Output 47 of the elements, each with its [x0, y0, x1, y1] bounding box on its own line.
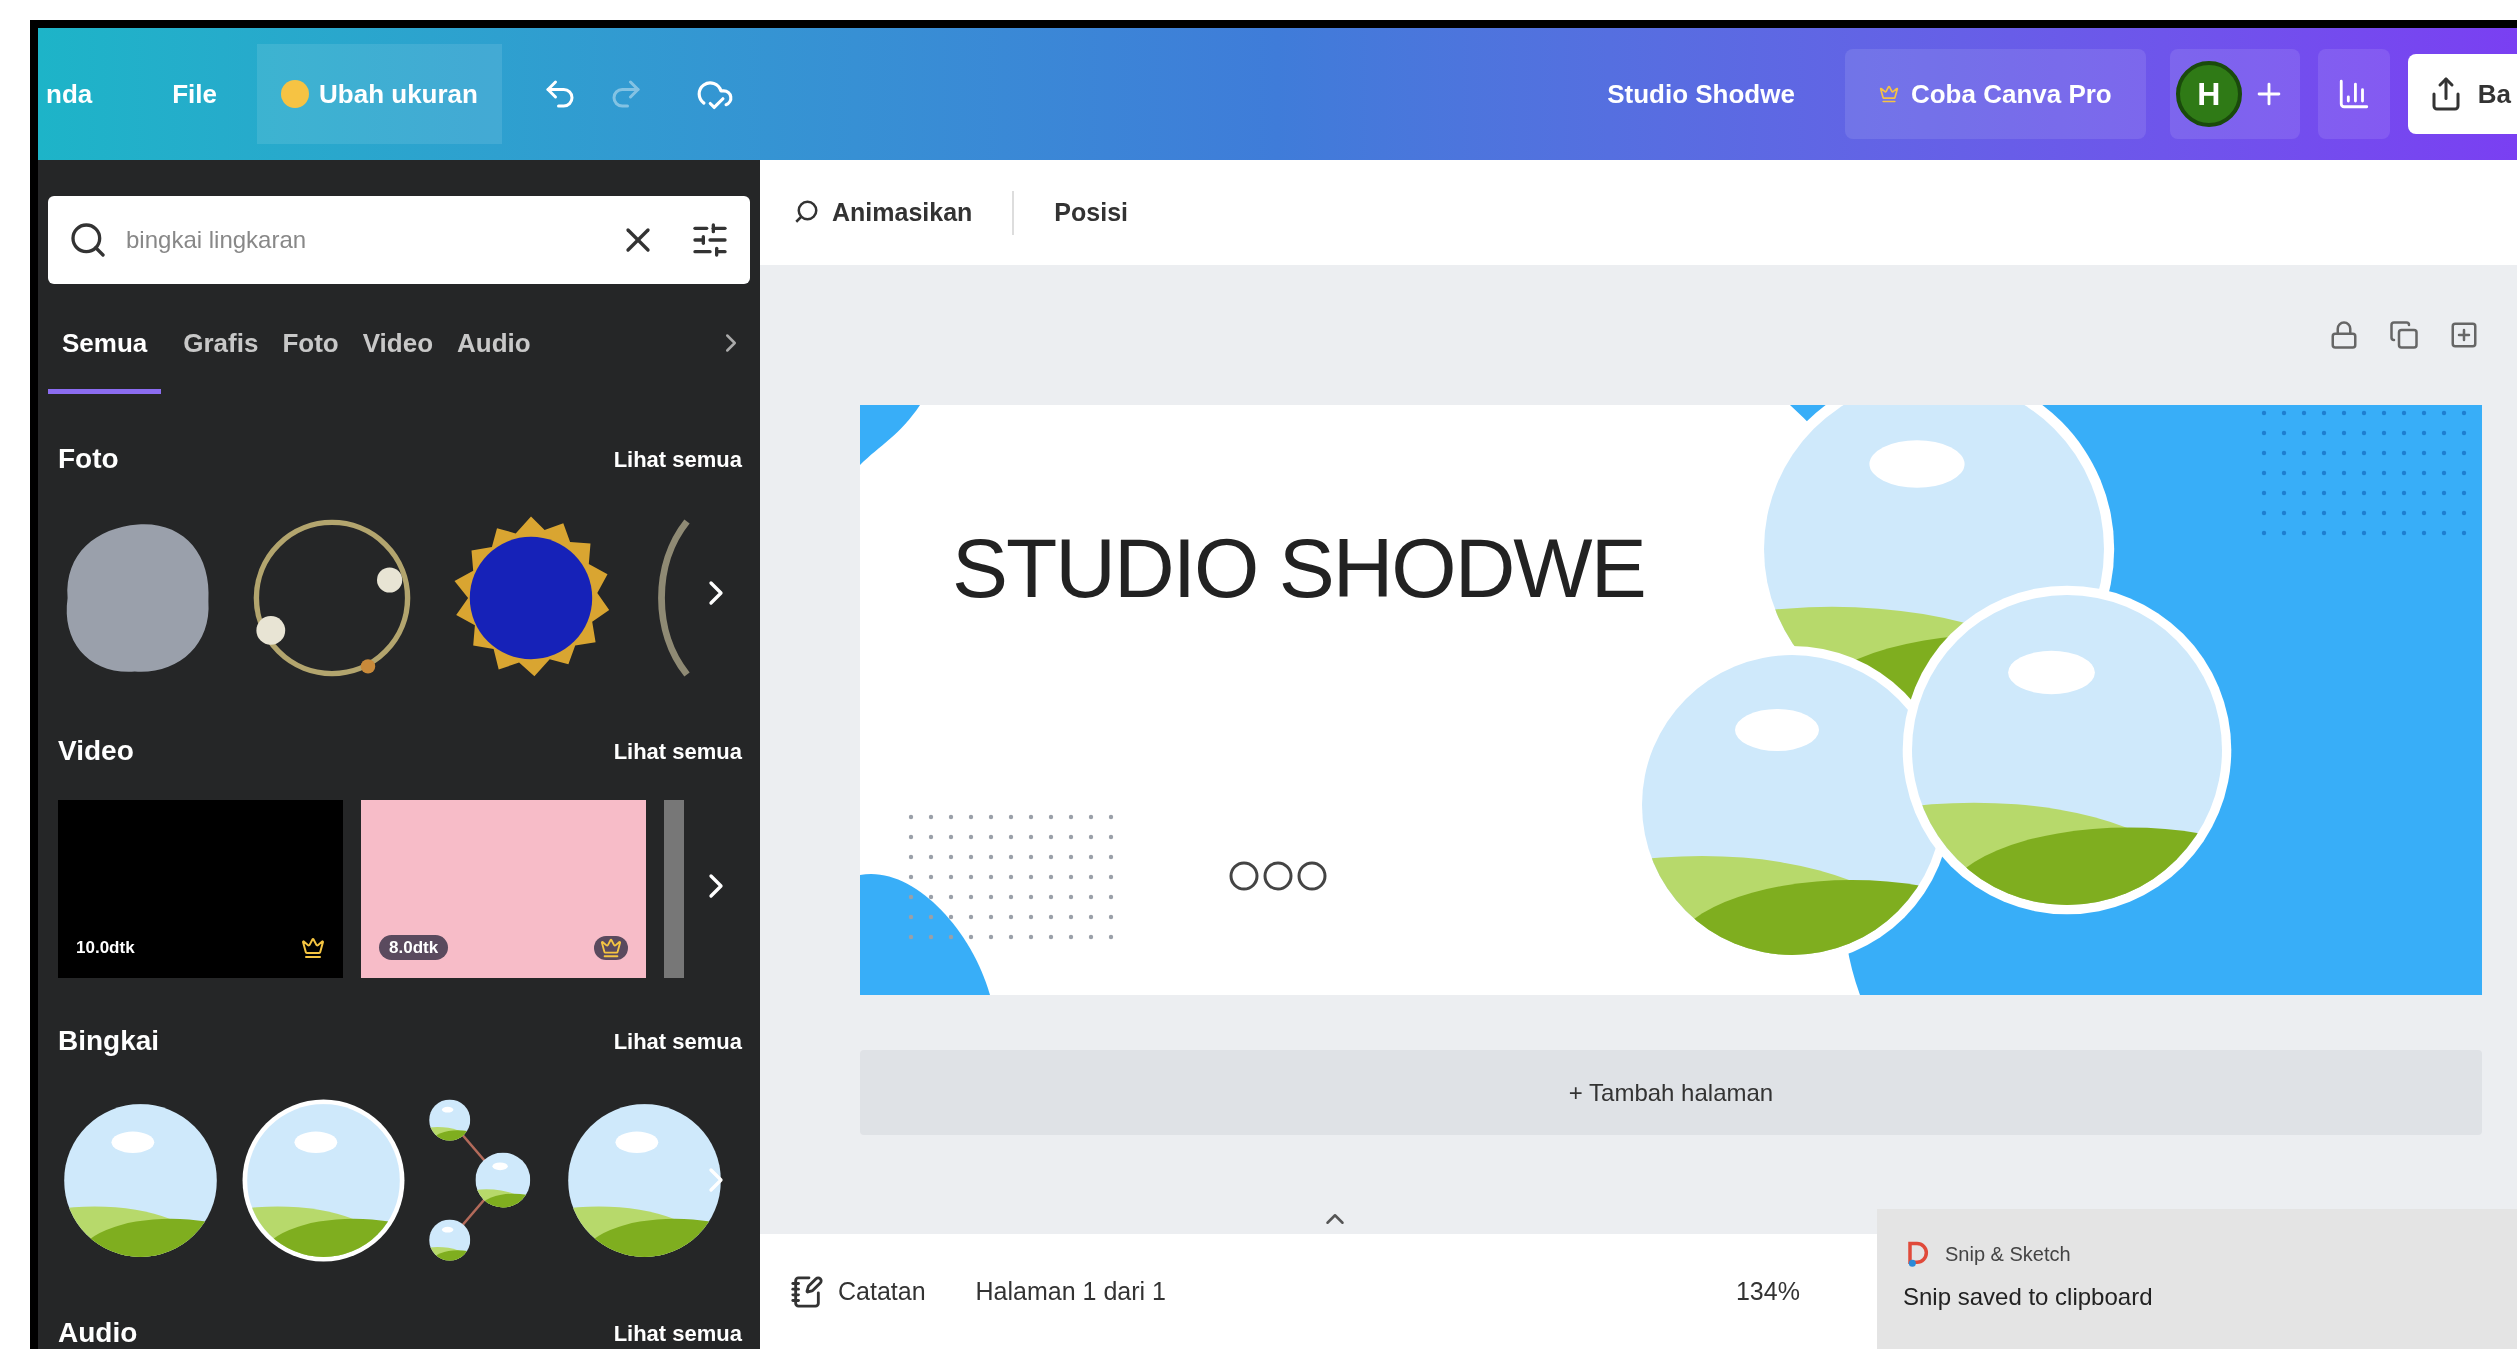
crown-icon [301, 936, 325, 960]
user-avatar[interactable]: H [2175, 61, 2242, 127]
duration-label: 10.0dtk [76, 936, 135, 959]
crown-icon [594, 936, 628, 960]
add-page-button[interactable]: + Tambah halaman [860, 1050, 2482, 1135]
three-circles-icon [1228, 860, 1328, 892]
see-all-link[interactable]: Lihat semua [613, 442, 742, 476]
video-thumbnail[interactable]: 10.0dtk [58, 800, 343, 978]
see-all-link[interactable]: Lihat semua [613, 734, 742, 768]
notes-button[interactable]: Catatan [838, 1272, 926, 1311]
category-tab[interactable]: Audio [455, 324, 533, 394]
lock-icon[interactable] [2329, 320, 2359, 350]
see-all-link[interactable]: Lihat semua [613, 1316, 742, 1349]
category-tab[interactable]: Grafis [181, 324, 261, 394]
section-title: Audio [58, 1316, 138, 1349]
video-thumbnail[interactable]: 8.0dtk [361, 800, 646, 978]
design-title[interactable]: STUDIO SHODWE [952, 505, 1645, 631]
category-tab[interactable]: Video [360, 324, 436, 394]
filter-icon[interactable] [690, 220, 730, 260]
search-field[interactable]: bingkai lingkaran [48, 196, 750, 284]
try-pro-button[interactable]: Coba Canva Pro [1844, 49, 2146, 139]
duration-label: 8.0dtk [379, 934, 449, 960]
notes-icon[interactable] [790, 1274, 824, 1309]
toast-message: Snip saved to clipboard [1903, 1283, 2154, 1311]
crown-icon [1878, 84, 1899, 104]
page-indicator: Halaman 1 dari 1 [975, 1275, 1166, 1307]
share-button[interactable]: Ba [2407, 54, 2517, 134]
duplicate-icon[interactable] [2389, 320, 2419, 350]
section-title: Foto [58, 442, 119, 476]
category-tab[interactable]: Semua [48, 324, 162, 394]
section-title: Video [58, 734, 134, 768]
animate-button[interactable]: Animasikan [790, 193, 973, 232]
document-title[interactable]: Studio Shodwe [1607, 74, 1795, 114]
search-value: bingkai lingkaran [126, 225, 308, 255]
see-all-link[interactable]: Lihat semua [613, 1024, 742, 1058]
search-icon [68, 220, 108, 260]
position-button[interactable]: Posisi [1054, 193, 1128, 232]
coin-icon [281, 80, 310, 108]
insights-button[interactable] [2317, 49, 2390, 139]
category-tab[interactable]: Foto [280, 324, 341, 394]
circle-frame-thumbnail[interactable] [241, 1097, 406, 1263]
app-name: Snip & Sketch [1945, 1242, 2071, 1267]
section-title: Bingkai [58, 1024, 160, 1058]
zoom-level[interactable]: 134% [1735, 1272, 1800, 1311]
add-page-icon[interactable] [2449, 320, 2479, 350]
design-page[interactable]: STUDIO SHODWE [860, 405, 2482, 995]
video-thumbnail[interactable] [664, 800, 684, 978]
